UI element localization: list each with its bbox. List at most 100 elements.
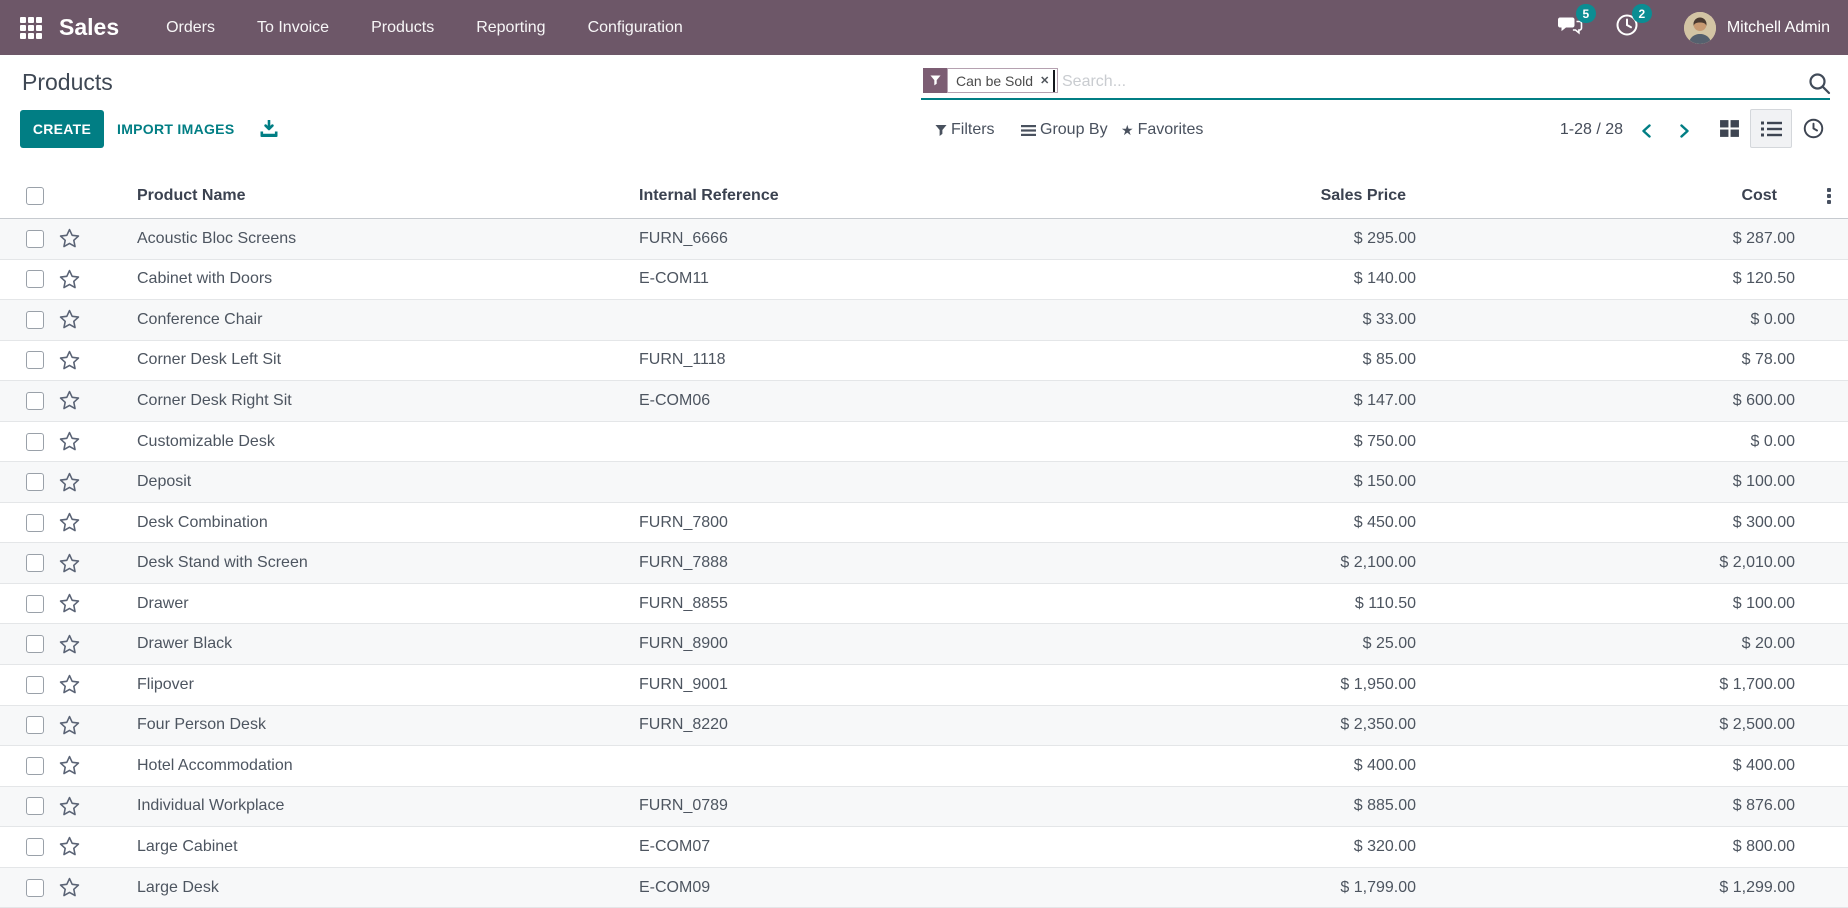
select-all-checkbox[interactable] — [26, 187, 44, 205]
pager-next[interactable] — [1676, 123, 1692, 144]
table-row[interactable]: Large Cabinet E-COM07 $ 320.00 $ 800.00 — [0, 827, 1848, 868]
cell-product-name[interactable]: Customizable Desk — [122, 433, 632, 451]
cell-sales-price[interactable]: $ 85.00 — [838, 351, 1423, 369]
row-checkbox[interactable] — [26, 675, 44, 694]
cell-sales-price[interactable]: $ 750.00 — [838, 433, 1423, 451]
facet-remove-icon[interactable]: ✕ — [1040, 74, 1049, 87]
table-row[interactable]: Desk Stand with Screen FURN_7888 $ 2,100… — [0, 543, 1848, 584]
favorite-star-icon[interactable] — [57, 753, 82, 778]
cell-cost[interactable]: $ 2,010.00 — [1423, 554, 1810, 572]
cell-cost[interactable]: $ 20.00 — [1423, 635, 1810, 653]
cell-sales-price[interactable]: $ 295.00 — [838, 230, 1423, 248]
cell-cost[interactable]: $ 1,700.00 — [1423, 676, 1810, 694]
cell-product-name[interactable]: Hotel Accommodation — [122, 757, 632, 775]
favorite-star-icon[interactable] — [57, 348, 82, 373]
cell-product-name[interactable]: Acoustic Bloc Screens — [122, 230, 632, 248]
app-name[interactable]: Sales — [59, 14, 119, 41]
row-checkbox[interactable] — [26, 229, 44, 248]
table-row[interactable]: Corner Desk Right Sit E-COM06 $ 147.00 $… — [0, 381, 1848, 422]
row-checkbox[interactable] — [26, 432, 44, 451]
cell-cost[interactable]: $ 1,299.00 — [1423, 879, 1810, 897]
row-checkbox[interactable] — [26, 837, 44, 856]
table-row[interactable]: Flipover FURN_9001 $ 1,950.00 $ 1,700.00 — [0, 665, 1848, 706]
table-row[interactable]: Desk Combination FURN_7800 $ 450.00 $ 30… — [0, 503, 1848, 544]
table-row[interactable]: Corner Desk Left Sit FURN_1118 $ 85.00 $… — [0, 341, 1848, 382]
cell-internal-reference[interactable]: FURN_8220 — [632, 716, 838, 734]
favorite-star-icon[interactable] — [57, 875, 82, 900]
cell-cost[interactable]: $ 600.00 — [1423, 392, 1810, 410]
favorite-star-icon[interactable] — [57, 834, 82, 859]
header-internal-reference[interactable]: Internal Reference — [632, 187, 838, 205]
cell-product-name[interactable]: Flipover — [122, 676, 632, 694]
table-row[interactable]: Individual Workplace FURN_0789 $ 885.00 … — [0, 786, 1848, 828]
menu-to-invoice[interactable]: To Invoice — [236, 19, 350, 37]
cell-product-name[interactable]: Four Person Desk — [122, 716, 632, 734]
cell-product-name[interactable]: Corner Desk Right Sit — [122, 392, 632, 410]
cell-product-name[interactable]: Deposit — [122, 473, 632, 491]
row-checkbox[interactable] — [26, 635, 44, 654]
cell-product-name[interactable]: Drawer — [122, 595, 632, 613]
table-row[interactable]: Cabinet with Doors E-COM11 $ 140.00 $ 12… — [0, 260, 1848, 301]
header-select-all[interactable] — [0, 187, 51, 205]
cell-internal-reference[interactable]: FURN_7800 — [632, 514, 838, 532]
table-row[interactable]: Drawer FURN_8855 $ 110.50 $ 100.00 — [0, 584, 1848, 625]
cell-product-name[interactable]: Desk Combination — [122, 514, 632, 532]
cell-internal-reference[interactable]: FURN_9001 — [632, 676, 838, 694]
cell-cost[interactable]: $ 0.00 — [1423, 311, 1810, 329]
cell-internal-reference[interactable]: E-COM11 — [632, 270, 838, 288]
menu-orders[interactable]: Orders — [145, 19, 236, 37]
cell-internal-reference[interactable]: E-COM06 — [632, 392, 838, 410]
cell-cost[interactable]: $ 2,500.00 — [1423, 716, 1810, 734]
cell-cost[interactable]: $ 300.00 — [1423, 514, 1810, 532]
favorite-star-icon[interactable] — [57, 510, 82, 535]
cell-sales-price[interactable]: $ 2,100.00 — [838, 554, 1423, 572]
favorites-button[interactable]: ★ Favorites — [1121, 120, 1203, 140]
cell-cost[interactable]: $ 100.00 — [1423, 473, 1810, 491]
favorite-star-icon[interactable] — [57, 591, 82, 616]
cell-sales-price[interactable]: $ 2,350.00 — [838, 716, 1423, 734]
cell-product-name[interactable]: Desk Stand with Screen — [122, 554, 632, 572]
cell-cost[interactable]: $ 876.00 — [1423, 797, 1810, 815]
cell-product-name[interactable]: Corner Desk Left Sit — [122, 351, 632, 369]
messages-button[interactable]: 5 — [1557, 4, 1596, 42]
pager-previous[interactable] — [1639, 123, 1655, 144]
cell-sales-price[interactable]: $ 1,950.00 — [838, 676, 1423, 694]
favorite-star-icon[interactable] — [57, 267, 82, 292]
row-checkbox[interactable] — [26, 716, 44, 735]
row-checkbox[interactable] — [26, 797, 44, 816]
cell-cost[interactable]: $ 287.00 — [1423, 230, 1810, 248]
apps-grid-icon[interactable] — [20, 16, 42, 39]
cell-product-name[interactable]: Large Cabinet — [122, 838, 632, 856]
table-row[interactable]: Acoustic Bloc Screens FURN_6666 $ 295.00… — [0, 219, 1848, 260]
cell-internal-reference[interactable]: E-COM09 — [632, 879, 838, 897]
row-checkbox[interactable] — [26, 473, 44, 492]
table-row[interactable]: Large Desk E-COM09 $ 1,799.00 $ 1,299.00 — [0, 867, 1848, 908]
search-input[interactable]: Search... — [1062, 73, 1126, 91]
favorite-star-icon[interactable] — [57, 388, 82, 413]
activity-view-button[interactable] — [1792, 109, 1834, 148]
favorite-star-icon[interactable] — [57, 794, 82, 819]
cell-cost[interactable]: $ 0.00 — [1423, 433, 1810, 451]
cell-sales-price[interactable]: $ 33.00 — [838, 311, 1423, 329]
favorite-star-icon[interactable] — [57, 226, 82, 251]
cell-internal-reference[interactable]: FURN_8855 — [632, 595, 838, 613]
cell-sales-price[interactable]: $ 400.00 — [838, 757, 1423, 775]
avatar[interactable] — [1683, 11, 1716, 44]
menu-products[interactable]: Products — [350, 19, 455, 37]
cell-cost[interactable]: $ 400.00 — [1423, 757, 1810, 775]
cell-sales-price[interactable]: $ 25.00 — [838, 635, 1423, 653]
cell-sales-price[interactable]: $ 110.50 — [838, 595, 1423, 613]
row-checkbox[interactable] — [26, 391, 44, 410]
favorite-star-icon[interactable] — [57, 672, 82, 697]
favorite-star-icon[interactable] — [57, 470, 82, 495]
cell-product-name[interactable]: Drawer Black — [122, 635, 632, 653]
cell-internal-reference[interactable]: FURN_8900 — [632, 635, 838, 653]
cell-sales-price[interactable]: $ 140.00 — [838, 270, 1423, 288]
cell-sales-price[interactable]: $ 320.00 — [838, 838, 1423, 856]
import-images-button[interactable]: IMPORT IMAGES — [117, 110, 234, 148]
cell-internal-reference[interactable]: FURN_6666 — [632, 230, 838, 248]
menu-configuration[interactable]: Configuration — [567, 19, 704, 37]
row-checkbox[interactable] — [26, 513, 44, 532]
row-checkbox[interactable] — [26, 756, 44, 775]
activities-button[interactable]: 2 — [1615, 4, 1652, 42]
